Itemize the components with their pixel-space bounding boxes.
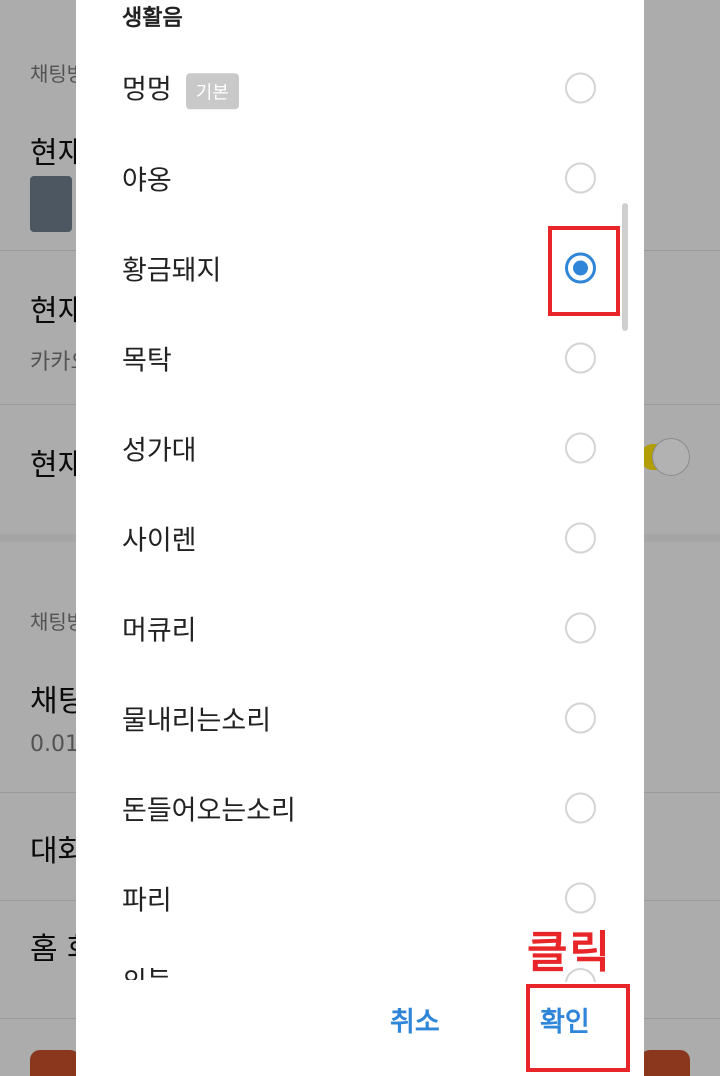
- option-label: 성가대: [122, 435, 197, 467]
- option-label: 물내리는소리: [122, 705, 272, 737]
- sound-option-choir[interactable]: 성가대: [76, 403, 644, 493]
- radio-button[interactable]: [565, 522, 596, 554]
- sound-option-moktak[interactable]: 목탁: [76, 313, 644, 403]
- radio-button[interactable]: [565, 432, 596, 464]
- radio-button[interactable]: [565, 702, 596, 734]
- option-label: 파리: [122, 885, 172, 917]
- radio-button[interactable]: [565, 792, 596, 824]
- option-label: 돈들어오는소리: [122, 795, 296, 827]
- sound-option-mercury[interactable]: 머큐리: [76, 583, 644, 673]
- option-label: 멍멍: [122, 74, 172, 106]
- cancel-button[interactable]: 취소: [390, 1000, 440, 1039]
- sound-picker-dialog: 생활음 멍멍 기본 야옹 황금돼지 목탁 성가대 사이렌 머큐리 물내리는소리 돈…: [76, 0, 644, 1076]
- option-label: 황금돼지: [122, 255, 222, 287]
- click-annotation-label: 클릭: [527, 927, 612, 978]
- highlight-box-confirm: [526, 984, 630, 1072]
- radio-button[interactable]: [565, 882, 596, 914]
- default-badge: 기본: [185, 72, 239, 109]
- highlight-box-selected-option: [548, 226, 620, 316]
- option-label: 머큐리: [122, 615, 197, 647]
- option-label: 사이렌: [122, 525, 197, 557]
- scrollbar[interactable]: [622, 203, 628, 331]
- sound-option-money[interactable]: 돈들어오는소리: [76, 763, 644, 853]
- option-label: 야옹: [122, 165, 172, 197]
- radio-button[interactable]: [565, 72, 596, 104]
- radio-button[interactable]: [565, 162, 596, 194]
- option-label[interactable]: 히트: [122, 968, 172, 980]
- sound-option-meongmeong[interactable]: 멍멍 기본: [76, 43, 644, 133]
- option-label: 목탁: [122, 345, 172, 377]
- radio-button[interactable]: [565, 342, 596, 374]
- sound-option-yaong[interactable]: 야옹: [76, 133, 644, 223]
- radio-button[interactable]: [565, 612, 596, 644]
- category-header: 생활음: [122, 6, 183, 31]
- sound-option-siren[interactable]: 사이렌: [76, 493, 644, 583]
- sound-option-flush[interactable]: 물내리는소리: [76, 673, 644, 763]
